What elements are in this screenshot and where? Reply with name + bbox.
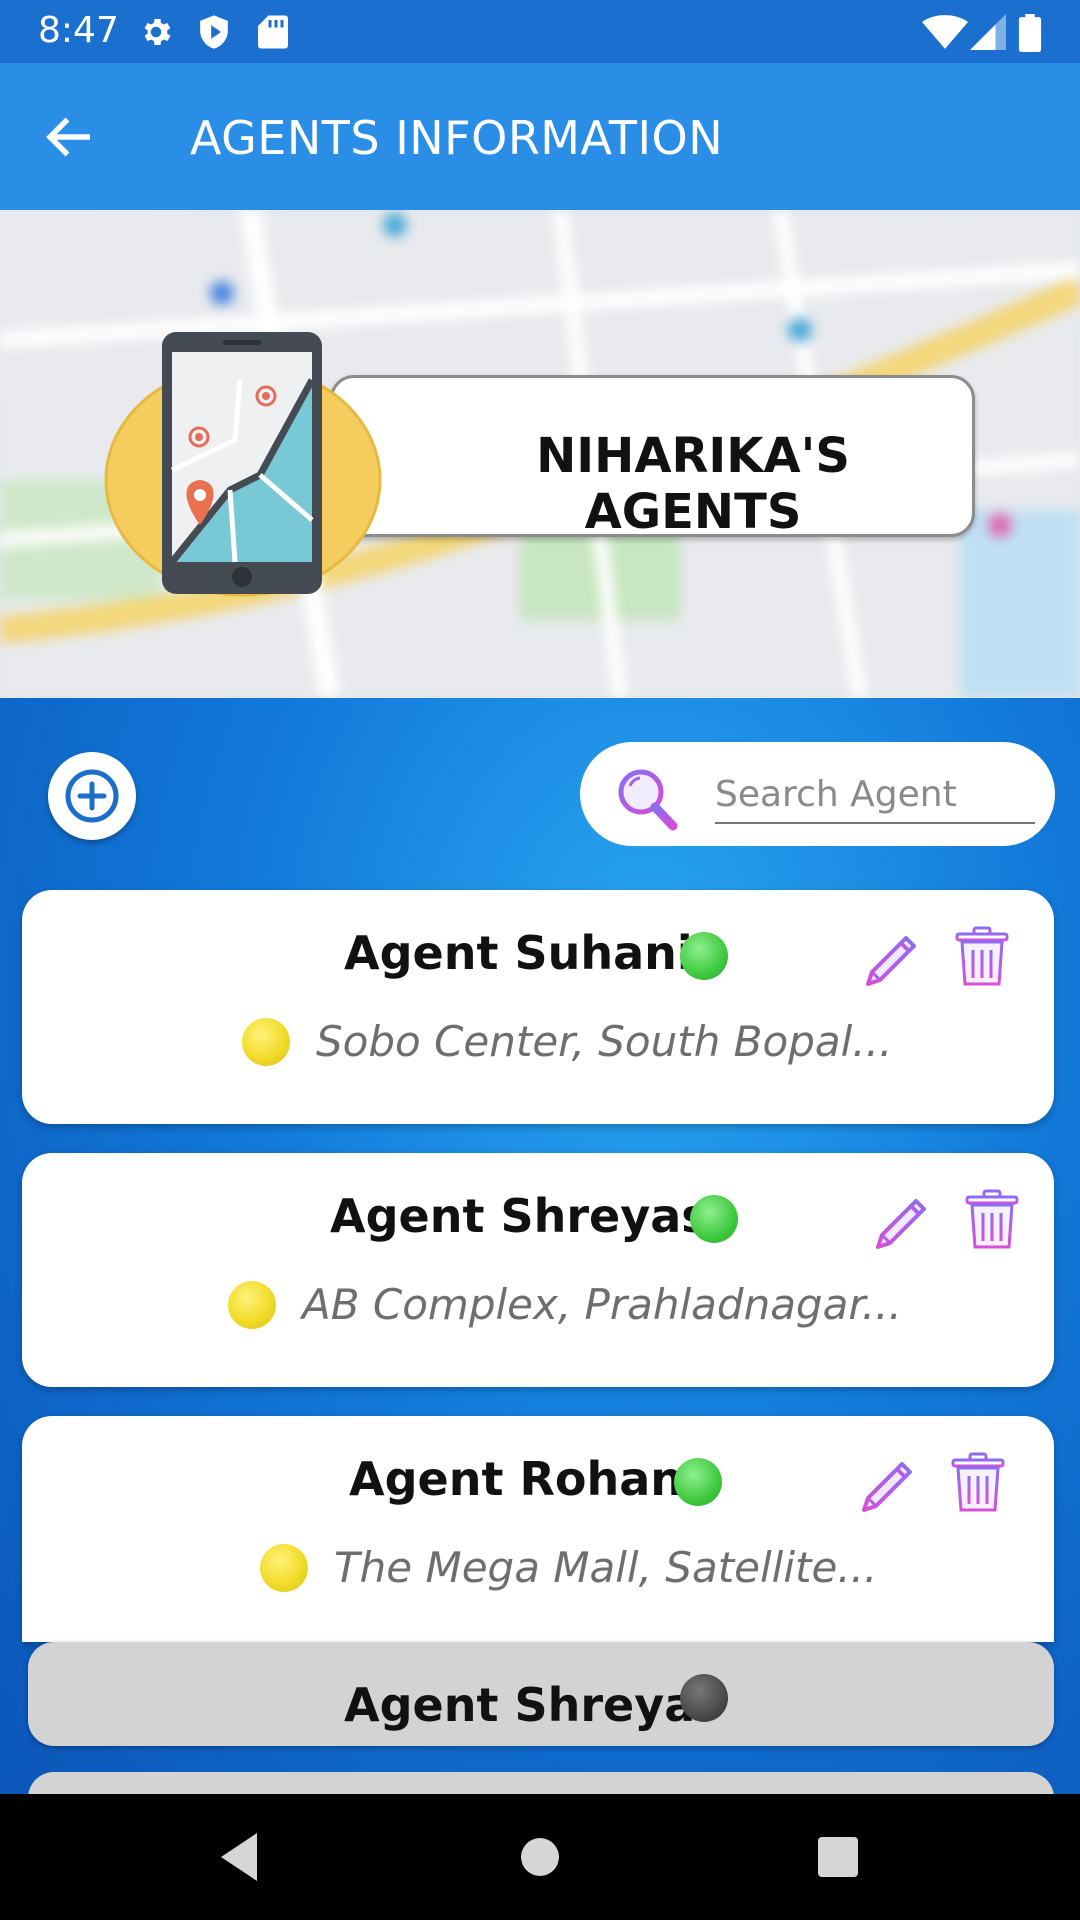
edit-pencil-icon[interactable] xyxy=(872,1189,934,1251)
banner-title: NIHARIKA'S AGENTS xyxy=(536,428,850,540)
shield-icon xyxy=(200,15,228,49)
online-status-dot xyxy=(674,1458,722,1506)
agent-address: AB Complex, Prahladnagar... xyxy=(302,1280,902,1329)
recents-square-icon[interactable] xyxy=(812,1829,864,1885)
online-status-dot xyxy=(690,1195,738,1243)
status-bar: 8:47 xyxy=(0,0,1080,63)
delete-trash-icon[interactable] xyxy=(954,926,1010,988)
agent-name: Agent Shreya xyxy=(344,1678,696,1732)
offline-status-dot xyxy=(680,1674,728,1722)
location-dot xyxy=(242,1018,290,1066)
agent-address: The Mega Mall, Satellite... xyxy=(334,1543,878,1592)
agent-card-peek[interactable] xyxy=(28,1772,1054,1794)
add-agent-button[interactable] xyxy=(48,752,136,840)
search-icon[interactable] xyxy=(615,766,683,836)
agent-card[interactable]: Agent Shreyas AB Complex, Prahladnagar..… xyxy=(22,1153,1054,1387)
page-title: AGENTS INFORMATION xyxy=(190,111,724,165)
location-dot xyxy=(260,1544,308,1592)
signal-icon xyxy=(970,14,1006,50)
delete-trash-icon[interactable] xyxy=(950,1452,1006,1514)
system-nav-bar xyxy=(0,1794,1080,1920)
agent-address: Sobo Center, South Bopal... xyxy=(316,1017,893,1066)
phone-map-icon xyxy=(104,332,382,597)
plus-icon xyxy=(65,769,119,823)
agent-card[interactable]: Agent Suhani Sobo Center, South Bopal... xyxy=(22,890,1054,1124)
back-arrow-icon[interactable] xyxy=(40,107,100,167)
app-bar: AGENTS INFORMATION xyxy=(0,63,1080,210)
agents-banner: NIHARIKA'S AGENTS xyxy=(330,375,975,540)
delete-trash-icon[interactable] xyxy=(964,1189,1020,1251)
location-dot xyxy=(228,1281,276,1329)
search-box xyxy=(580,742,1055,846)
home-circle-icon[interactable] xyxy=(514,1829,566,1885)
battery-icon xyxy=(1018,14,1042,52)
settings-icon xyxy=(144,18,171,46)
agent-name: Agent Rohan xyxy=(349,1452,684,1506)
agent-name: Agent Shreyas xyxy=(330,1189,709,1243)
map-header-banner: NIHARIKA'S AGENTS xyxy=(0,210,1080,698)
edit-pencil-icon[interactable] xyxy=(862,926,924,988)
back-triangle-icon[interactable] xyxy=(215,1829,265,1885)
agents-list-area: Agent Suhani Sobo Center, South Bopal...… xyxy=(0,698,1080,1794)
edit-pencil-icon[interactable] xyxy=(858,1452,920,1514)
agent-card-inactive[interactable]: Agent Shreya xyxy=(28,1642,1054,1746)
status-time: 8:47 xyxy=(38,10,119,51)
agent-card[interactable]: Agent Rohan The Mega Mall, Satellite... xyxy=(22,1416,1054,1642)
sd-card-icon xyxy=(258,15,288,49)
wifi-icon xyxy=(922,15,968,49)
online-status-dot xyxy=(680,932,728,980)
search-input[interactable] xyxy=(715,766,1035,824)
agent-name: Agent Suhani xyxy=(344,926,693,980)
